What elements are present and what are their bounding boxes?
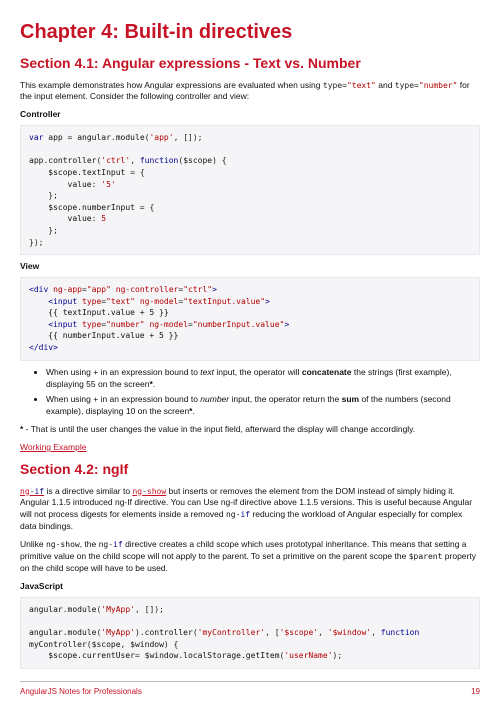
t: ng: [20, 487, 30, 496]
page-footer: AngularJS Notes for Professionals 19: [20, 681, 480, 697]
footnote: * - That is until the user changes the v…: [20, 424, 480, 436]
working-example-link-wrap: Working Example: [20, 442, 480, 454]
inline-code: ng-if: [226, 510, 250, 519]
t: Unlike: [20, 539, 46, 549]
t: When using + in an expression bound to: [46, 367, 200, 377]
working-example-link[interactable]: Working Example: [20, 442, 86, 452]
t: input, the operator return the: [229, 394, 341, 404]
javascript-code: angular.module('MyApp', []); angular.mod…: [20, 597, 480, 669]
section42-p1: ng-if is a directive similar to ng-show …: [20, 486, 480, 534]
t: .: [192, 406, 194, 416]
t: text: [200, 367, 214, 377]
intro-a: This example demonstrates how Angular ex…: [20, 80, 323, 90]
tok: type: [323, 81, 342, 90]
footer-page-number: 19: [471, 686, 480, 697]
t: When using + in an expression bound to: [46, 394, 200, 404]
t: ng: [99, 540, 109, 549]
inline-code: type="text": [323, 81, 376, 90]
t: ng: [226, 510, 236, 519]
t: ng: [132, 487, 142, 496]
t: concatenate: [302, 367, 352, 377]
inline-code: type="number": [395, 81, 458, 90]
section42-p2: Unlike ng-show, the ng-if directive crea…: [20, 539, 480, 575]
tok: "number": [419, 81, 458, 90]
t: , the: [80, 539, 99, 549]
list-item: When using + in an expression bound to t…: [46, 367, 480, 391]
section42-title: Section 4.2: ngIf: [20, 460, 480, 480]
view-code: <div ng-app="app" ng-controller="ctrl"> …: [20, 277, 480, 361]
view-label: View: [20, 261, 480, 273]
t: if: [113, 540, 123, 549]
t: - That is until the user changes the val…: [23, 424, 415, 434]
controller-label: Controller: [20, 109, 480, 121]
tok: type: [395, 81, 414, 90]
t: input, the operator will: [214, 367, 302, 377]
bullet-list: When using + in an expression bound to t…: [46, 367, 480, 419]
t: number: [200, 394, 229, 404]
ng-show-link[interactable]: ng-show: [132, 487, 166, 496]
section41-title: Section 4.1: Angular expressions - Text …: [20, 54, 480, 74]
footer-left: AngularJS Notes for Professionals: [20, 686, 142, 697]
t: sum: [342, 394, 359, 404]
t: if: [240, 510, 250, 519]
controller-code: var app = angular.module('app', []); app…: [20, 125, 480, 255]
chapter-title: Chapter 4: Built-in directives: [20, 18, 480, 46]
tok: "text": [347, 81, 376, 90]
section41-intro: This example demonstrates how Angular ex…: [20, 80, 480, 104]
t: if: [34, 487, 44, 496]
t: .: [153, 379, 155, 389]
ng-if-link[interactable]: ng-if: [20, 487, 44, 496]
inline-code: $parent: [409, 552, 443, 561]
javascript-label: JavaScript: [20, 581, 480, 593]
intro-b: and: [376, 80, 395, 90]
t: show: [147, 487, 166, 496]
t: is a directive similar to: [44, 486, 132, 496]
inline-code: ng-show: [46, 540, 80, 549]
list-item: When using + in an expression bound to n…: [46, 394, 480, 418]
inline-code: ng-if: [99, 540, 123, 549]
